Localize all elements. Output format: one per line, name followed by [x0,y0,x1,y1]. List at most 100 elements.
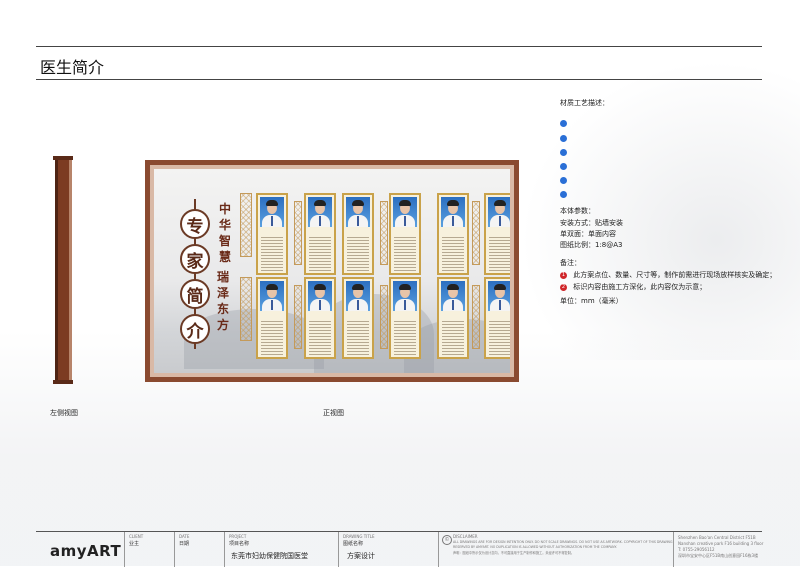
doctor-photo [260,197,284,227]
number-badge-icon: 2 [560,283,567,291]
doctor-photo [441,281,465,311]
page-title: 医生简介 [40,58,105,77]
doctor-hair [494,284,506,290]
company-cell: Shenzhen Bao'an Central District F51B Na… [673,532,763,567]
disclaimer-label: DISCLAIMER [453,534,478,539]
doctor-card [437,193,469,275]
doctor-bio-text [442,321,464,355]
side-panel [55,158,69,383]
disclaimer-text: RESERVED BY AMYART. NO DUPLICATION IS AL… [453,545,617,549]
doctor-photo [441,197,465,227]
material-bullet [560,176,567,184]
slogan-char: 中 [218,202,231,216]
remark-text: 标识内容由施工方深化，此内容仅为示意； [573,283,707,291]
disclaimer-text: 声明：图纸中所示仅为设计意向，不可直接用于生产制作和施工。未经许可不得复制。 [453,551,575,555]
left-view-label: 左侧视图 [50,409,78,417]
slogan-right: 瑞 泽 东 方 [216,269,230,333]
material-bullet [560,119,567,127]
company-address-cn: 深圳市宝安中心区F51B南山创意园F16栋3楼 [678,553,759,558]
project-label: PROJECT [229,534,247,539]
company-logo: amyART [50,542,122,560]
blue-dot-icon [560,190,567,198]
slogan-left: 中 华 智 慧 [218,201,232,265]
company-phone: T: 0755-29056112 [678,547,715,552]
client-value: 业主 [129,541,140,547]
board-face: 专 家 简 介 中 华 智 慧 瑞 泽 东 方 [154,169,510,373]
doctor-hair [314,284,326,290]
side-cap-top [53,156,73,160]
lattice-panel [294,285,302,349]
lattice-panel [472,201,480,265]
doctor-photo [346,281,370,311]
doctor-tie [499,300,501,310]
doctor-hair [266,200,278,206]
doctor-card [342,277,374,359]
doctor-tie [319,216,321,226]
slogan-char: 瑞 [216,270,229,284]
doctor-bio-text [347,321,369,355]
doctor-bio-text [347,237,369,271]
doctor-card [342,193,374,275]
seal-char: 介 [180,314,210,344]
drawing-label: DRAWING TITLE [343,534,375,539]
doctor-card [256,193,288,275]
doctor-photo [488,197,510,227]
doctor-bio-text [309,237,331,271]
project-sub: 项目名称 [229,541,250,547]
doctor-tie [271,216,273,226]
slogan-char: 智 [218,234,231,248]
material-bullet [560,190,567,198]
company-address: Shenzhen Bao'an Central District F51B [678,535,756,540]
remark-text: 此方案点位、数量、尺寸等，制作前需进行现场放样核实及确定； [573,271,777,279]
doctor-photo [260,281,284,311]
remark-line: 2 标识内容由施工方深化，此内容仅为示意； [560,282,706,292]
doctor-hair [494,200,506,206]
doctor-tie [452,300,454,310]
doctor-tie [499,216,501,226]
doctor-tie [319,300,321,310]
seal-char: 专 [180,209,210,239]
doctor-card [304,193,336,275]
doctor-hair [352,200,364,206]
doctor-card [389,277,421,359]
copyright-icon: © [442,535,452,545]
project-cell: PROJECT 项目名称 东莞市妇幼保健院国医堂 [224,532,308,567]
remark-line: 1 此方案点位、数量、尺寸等，制作前需进行现场放样核实及确定； [560,270,776,280]
company-address: Nanshan creative park F16 building 3 flo… [678,541,764,546]
doctor-card [304,277,336,359]
param-line: 单双面：单面内容 [560,230,616,238]
lattice-panel [240,277,252,341]
unit-line: 单位：mm（毫米） [560,297,623,305]
doctor-photo [393,197,417,227]
doctor-bio-text [489,237,510,271]
project-value: 东莞市妇幼保健院国医堂 [231,552,308,560]
doctor-bio-text [394,237,416,271]
doctor-tie [357,216,359,226]
material-bullet [560,134,567,142]
doctor-hair [266,284,278,290]
doctor-card [389,193,421,275]
doctor-bio-text [261,321,283,355]
doctor-photo [308,281,332,311]
side-panel-edge [69,158,72,383]
blue-dot-icon [560,176,567,184]
doctor-hair [447,200,459,206]
material-bullet [560,162,567,170]
drawing-value: 方案设计 [347,552,375,560]
slogan-char: 东 [216,302,229,316]
disclaimer-cell: DISCLAIMER ALL DRAWINGS ARE FOR DESIGN I… [438,532,672,567]
material-bullet [560,148,567,156]
doctor-bio-text [261,237,283,271]
lattice-panel [380,201,388,265]
date-label: DATE [179,534,190,539]
doctor-photo [393,281,417,311]
doctor-hair [447,284,459,290]
slogan-char: 慧 [218,250,231,264]
doctor-photo [346,197,370,227]
doctor-bio-text [442,237,464,271]
material-title: 材质工艺描述： [560,99,609,107]
slogan-char: 华 [218,218,231,232]
blue-dot-icon [560,119,567,127]
doctor-card [484,277,510,359]
date-cell: DATE 日期 [174,532,189,567]
